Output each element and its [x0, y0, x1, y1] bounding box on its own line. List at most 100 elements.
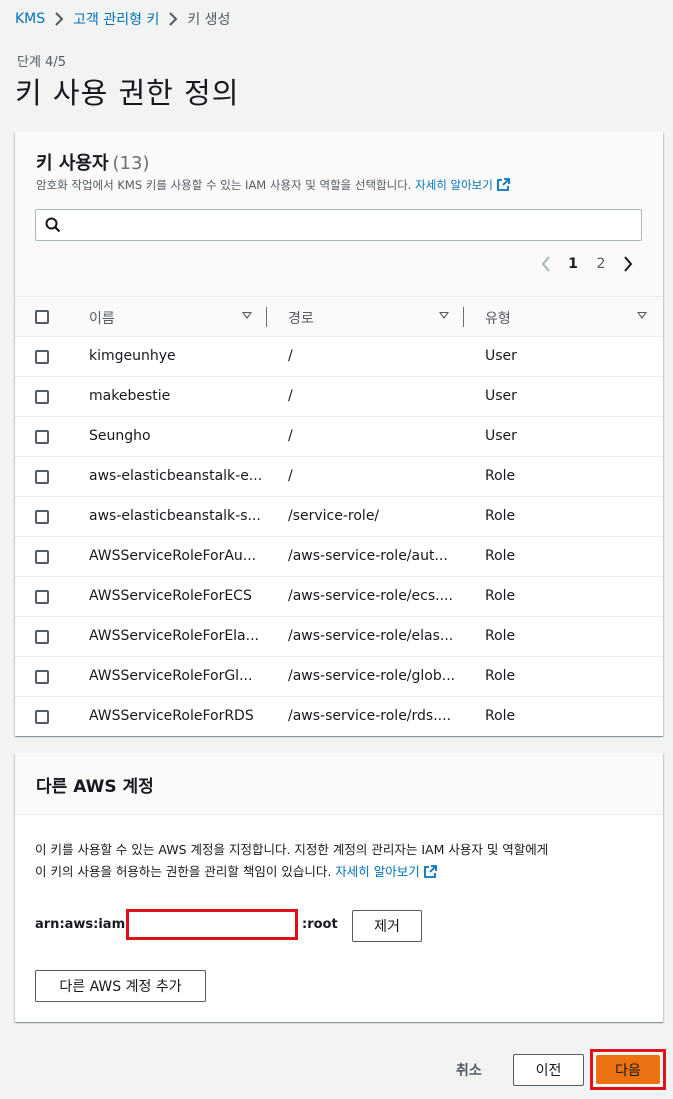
row-checkbox[interactable]	[35, 350, 49, 364]
row-path: /aws-service-role/elas...	[288, 628, 454, 644]
pagination: 1 2	[533, 256, 641, 272]
chevron-right-icon	[54, 12, 64, 26]
row-name: AWSServiceRoleForECS	[89, 588, 252, 604]
key-users-count: (13)	[112, 153, 150, 174]
row-name: AWSServiceRoleForRDS	[89, 708, 254, 724]
other-accounts-description-line1: 이 키를 사용할 수 있는 AWS 계정을 지정합니다. 지정한 계정의 관리자…	[35, 842, 549, 857]
breadcrumb-kms[interactable]: KMS	[15, 11, 45, 27]
row-type: Role	[485, 468, 516, 484]
column-divider[interactable]	[463, 307, 464, 327]
step-indicator: 단계 4/5	[17, 55, 66, 70]
add-account-button[interactable]: 다른 AWS 계정 추가	[35, 970, 206, 1002]
row-type: User	[485, 348, 517, 364]
table-row[interactable]: AWSServiceRoleForECS /aws-service-role/e…	[15, 577, 663, 617]
row-name: makebestie	[89, 388, 171, 404]
other-accounts-description: 이 키를 사용할 수 있는 AWS 계정을 지정합니다. 지정한 계정의 관리자…	[35, 839, 655, 885]
breadcrumb-customer-managed-keys[interactable]: 고객 관리형 키	[73, 9, 159, 29]
row-type: User	[485, 388, 517, 404]
table-row[interactable]: Seungho / User	[15, 417, 663, 457]
column-header-name[interactable]: 이름	[89, 308, 115, 328]
next-button-highlight: 다음	[590, 1049, 666, 1090]
table-row[interactable]: AWSServiceRoleForAu... /aws-service-role…	[15, 537, 663, 577]
row-checkbox[interactable]	[35, 670, 49, 684]
key-users-panel: 키 사용자 (13) 암호화 작업에서 KMS 키를 사용할 수 있는 IAM 사…	[15, 132, 663, 736]
row-path: /	[288, 348, 293, 364]
key-users-header: 키 사용자 (13) 암호화 작업에서 KMS 키를 사용할 수 있는 IAM 사…	[15, 132, 663, 297]
external-link-icon	[423, 863, 437, 885]
cancel-button[interactable]: 취소	[456, 1060, 482, 1080]
page-title: 키 사용 권한 정의	[15, 76, 240, 110]
search-icon	[45, 217, 61, 237]
table-row[interactable]: AWSServiceRoleForGl... /aws-service-role…	[15, 657, 663, 697]
row-checkbox[interactable]	[35, 550, 49, 564]
table-row[interactable]: AWSServiceRoleForEla... /aws-service-rol…	[15, 617, 663, 657]
row-name: aws-elasticbeanstalk-s...	[89, 508, 261, 524]
table-row[interactable]: kimgeunhye / User	[15, 337, 663, 377]
learn-more-link[interactable]: 자세히 알아보기	[415, 178, 493, 192]
other-accounts-header: 다른 AWS 계정	[15, 753, 663, 815]
other-accounts-title: 다른 AWS 계정	[36, 777, 154, 797]
chevron-right-icon	[168, 12, 178, 26]
row-name: AWSServiceRoleForGl...	[89, 668, 253, 684]
other-accounts-description-line2: 이 키의 사용을 허용하는 권한을 관리할 책임이 있습니다.	[35, 864, 332, 879]
sort-down-icon[interactable]	[242, 312, 252, 319]
row-path: /aws-service-role/aut...	[288, 548, 448, 564]
external-link-icon	[496, 178, 510, 194]
row-path: /service-role/	[288, 508, 380, 524]
search-field[interactable]	[35, 209, 642, 241]
table-row[interactable]: aws-elasticbeanstalk-s... /service-role/…	[15, 497, 663, 537]
row-path: /	[288, 428, 293, 444]
page-1-button[interactable]: 1	[559, 256, 587, 272]
sort-down-icon[interactable]	[439, 312, 449, 319]
row-name: Seungho	[89, 428, 151, 444]
row-name: kimgeunhye	[89, 348, 176, 364]
row-name: AWSServiceRoleForAu...	[89, 548, 257, 564]
row-type: Role	[485, 508, 516, 524]
row-checkbox[interactable]	[35, 510, 49, 524]
row-path: /	[288, 468, 293, 484]
column-header-path[interactable]: 경로	[288, 308, 314, 328]
row-checkbox[interactable]	[35, 390, 49, 404]
other-accounts-panel: 다른 AWS 계정 이 키를 사용할 수 있는 AWS 계정을 지정합니다. 지…	[15, 753, 663, 1022]
select-all-checkbox[interactable]	[35, 310, 49, 324]
table-row[interactable]: makebestie / User	[15, 377, 663, 417]
key-users-description-text: 암호화 작업에서 KMS 키를 사용할 수 있는 IAM 사용자 및 역할을 선…	[36, 178, 412, 192]
breadcrumb: KMS 고객 관리형 키 키 생성	[15, 9, 230, 29]
key-users-title-text: 키 사용자	[36, 153, 109, 174]
row-checkbox[interactable]	[35, 710, 49, 724]
row-checkbox[interactable]	[35, 470, 49, 484]
search-input[interactable]	[66, 213, 626, 237]
row-type: Role	[485, 708, 516, 724]
sort-down-icon[interactable]	[637, 312, 647, 319]
row-type: Role	[485, 548, 516, 564]
row-path: /aws-service-role/ecs....	[288, 588, 453, 604]
row-type: Role	[485, 588, 516, 604]
page-2-button[interactable]: 2	[587, 256, 615, 272]
chevron-left-icon[interactable]	[533, 256, 559, 272]
previous-button[interactable]: 이전	[513, 1054, 584, 1086]
row-name: aws-elasticbeanstalk-e...	[89, 468, 263, 484]
key-users-description: 암호화 작업에서 KMS 키를 사용할 수 있는 IAM 사용자 및 역할을 선…	[36, 177, 510, 194]
other-accounts-description-line2-wrap: 이 키의 사용을 허용하는 권한을 관리할 책임이 있습니다. 자세히 알아보기	[35, 861, 655, 885]
row-path: /aws-service-role/rds....	[288, 708, 452, 724]
row-checkbox[interactable]	[35, 590, 49, 604]
table-row[interactable]: AWSServiceRoleForRDS /aws-service-role/r…	[15, 697, 663, 737]
row-type: Role	[485, 668, 516, 684]
learn-more-link[interactable]: 자세히 알아보기	[335, 864, 419, 879]
table-row[interactable]: aws-elasticbeanstalk-e... / Role	[15, 457, 663, 497]
column-divider[interactable]	[266, 307, 267, 327]
account-id-input[interactable]	[129, 912, 295, 937]
row-checkbox[interactable]	[35, 430, 49, 444]
row-name: AWSServiceRoleForEla...	[89, 628, 259, 644]
breadcrumb-create-key: 키 생성	[187, 12, 231, 28]
remove-button[interactable]: 제거	[352, 910, 422, 942]
chevron-right-icon[interactable]	[615, 256, 641, 272]
row-path: /aws-service-role/glob...	[288, 668, 456, 684]
row-checkbox[interactable]	[35, 630, 49, 644]
key-users-title: 키 사용자 (13)	[36, 149, 149, 175]
arn-prefix: arn:aws:iam::	[35, 917, 136, 932]
column-header-type[interactable]: 유형	[485, 308, 511, 328]
next-button[interactable]: 다음	[596, 1055, 660, 1084]
account-id-field[interactable]	[126, 909, 298, 940]
arn-suffix: :root	[302, 917, 338, 932]
